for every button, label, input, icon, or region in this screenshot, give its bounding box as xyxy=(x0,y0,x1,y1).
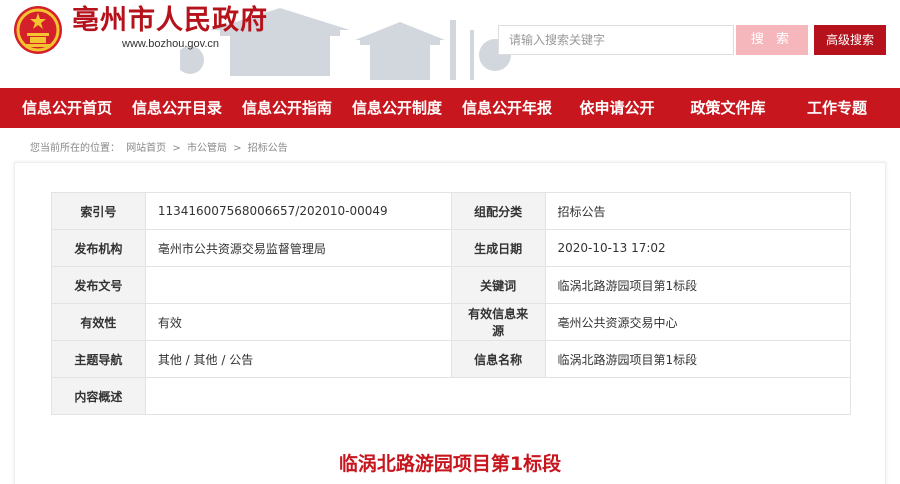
nav-item-info-system[interactable]: 信息公开制度 xyxy=(342,88,452,128)
main-nav: 信息公开首页 信息公开目录 信息公开指南 信息公开制度 信息公开年报 依申请公开… xyxy=(0,88,900,128)
index-label: 索引号 xyxy=(51,192,146,230)
table-row: 发布机构 亳州市公共资源交易监督管理局 生成日期 2020-10-13 17:0… xyxy=(51,229,852,267)
breadcrumb-item-current[interactable]: 招标公告 xyxy=(248,143,288,154)
table-row: 有效性 有效 有效信息来源 亳州公共资源交易中心 xyxy=(51,303,852,341)
publisher-label: 发布机构 xyxy=(51,229,146,267)
document-title: 临涡北路游园项目第1标段 xyxy=(338,453,562,475)
table-row: 主题导航 其他 / 其他 / 公告 信息名称 临涡北路游园项目第1标段 xyxy=(51,340,852,378)
content-panel: 索引号 113416007568006657/202010-00049 组配分类… xyxy=(14,162,886,484)
nav-item-special-topics[interactable]: 工作专题 xyxy=(784,88,890,128)
search-input[interactable]: 请输入搜索关键字 xyxy=(498,25,734,55)
national-emblem-icon xyxy=(14,6,62,54)
table-row: 发布文号 关键词 临涡北路游园项目第1标段 xyxy=(51,266,852,304)
docno-value xyxy=(144,266,452,304)
docno-label: 发布文号 xyxy=(51,266,146,304)
nav-item-info-catalog[interactable]: 信息公开目录 xyxy=(122,88,232,128)
site-url: www.bozhou.gov.cn xyxy=(122,38,220,50)
nav-item-application[interactable]: 依申请公开 xyxy=(562,88,672,128)
source-value: 亳州公共资源交易中心 xyxy=(544,303,852,341)
index-value: 113416007568006657/202010-00049 xyxy=(144,192,452,230)
keyword-label: 关键词 xyxy=(450,266,546,304)
summary-label: 内容概述 xyxy=(51,377,146,415)
nav-item-info-home[interactable]: 信息公开首页 xyxy=(12,88,122,128)
search-button[interactable]: 搜 索 xyxy=(736,25,808,55)
metadata-table: 索引号 113416007568006657/202010-00049 组配分类… xyxy=(51,192,852,415)
nav-item-info-guide[interactable]: 信息公开指南 xyxy=(232,88,342,128)
nav-item-annual-report[interactable]: 信息公开年报 xyxy=(452,88,562,128)
breadcrumb-separator: > xyxy=(233,143,242,154)
table-row: 内容概述 xyxy=(51,377,852,415)
publisher-value: 亳州市公共资源交易监督管理局 xyxy=(144,229,452,267)
summary-value xyxy=(144,377,852,415)
name-value: 临涡北路游园项目第1标段 xyxy=(544,340,852,378)
validity-label: 有效性 xyxy=(51,303,146,341)
date-label: 生成日期 xyxy=(450,229,546,267)
validity-value: 有效 xyxy=(144,303,452,341)
category-label: 组配分类 xyxy=(450,192,546,230)
source-label: 有效信息来源 xyxy=(450,303,546,341)
date-value: 2020-10-13 17:02 xyxy=(544,229,852,267)
breadcrumb: 您当前所在的位置： 网站首页 > 市公管局 > 招标公告 xyxy=(30,139,291,154)
site-title[interactable]: 亳州市人民政府 xyxy=(72,4,268,38)
keyword-value: 临涡北路游园项目第1标段 xyxy=(544,266,852,304)
breadcrumb-item-department[interactable]: 市公管局 xyxy=(187,143,227,154)
site-header: 亳州市人民政府 www.bozhou.gov.cn 请输入搜索关键字 搜 索 高… xyxy=(0,0,900,88)
topic-label: 主题导航 xyxy=(51,340,146,378)
table-row: 索引号 113416007568006657/202010-00049 组配分类… xyxy=(51,192,852,230)
topic-value: 其他 / 其他 / 公告 xyxy=(144,340,452,378)
name-label: 信息名称 xyxy=(450,340,546,378)
nav-item-policy-library[interactable]: 政策文件库 xyxy=(672,88,784,128)
category-value: 招标公告 xyxy=(544,192,852,230)
advanced-search-button[interactable]: 高级搜索 xyxy=(814,25,886,55)
breadcrumb-prefix: 您当前所在的位置： xyxy=(30,143,120,154)
breadcrumb-item-home[interactable]: 网站首页 xyxy=(126,143,166,154)
breadcrumb-separator: > xyxy=(172,143,181,154)
